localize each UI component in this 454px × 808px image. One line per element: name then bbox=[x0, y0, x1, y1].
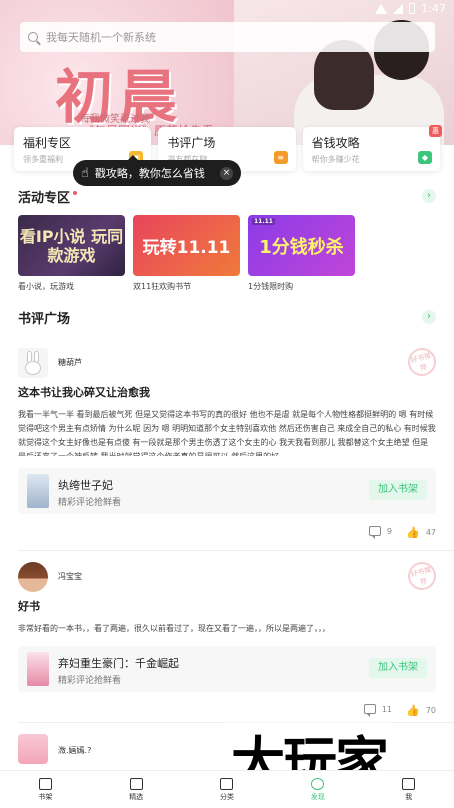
activity-banner-double11[interactable]: 玩转11.11 bbox=[133, 215, 240, 276]
chat-icon: ≡ bbox=[273, 151, 288, 164]
tooltip-text: 戳攻略，教你怎么省钱 bbox=[94, 167, 205, 180]
book-icon bbox=[129, 777, 143, 790]
activity-banner-flash-sale[interactable]: 11.11 1分钱秒杀 bbox=[248, 215, 355, 276]
review-card[interactable]: 糖葫芦 好书推荐 这本书让我心碎又让治愈我 我看一半气一半 看到最后被气死 但是… bbox=[0, 344, 454, 544]
book-card[interactable]: 纨绔世子妃 精彩评论抢鲜看 加入书架 bbox=[18, 468, 436, 514]
recommend-stamp: 好书推荐 bbox=[404, 558, 440, 594]
book-cover bbox=[27, 474, 49, 508]
nav-label: 发现 bbox=[310, 792, 325, 801]
review-username[interactable]: 冯宝宝 bbox=[58, 571, 82, 582]
like-count-value: 47 bbox=[425, 528, 436, 537]
review-username[interactable]: 溦.婳嫣.? bbox=[58, 745, 91, 756]
comment-icon bbox=[368, 526, 381, 539]
search-icon bbox=[28, 32, 38, 42]
thumbs-up-icon: 👍 bbox=[406, 704, 420, 717]
thumbs-up-icon: 👍 bbox=[406, 526, 420, 539]
close-icon[interactable]: × bbox=[220, 166, 233, 180]
comment-icon bbox=[363, 704, 376, 717]
nav-label: 分类 bbox=[219, 792, 234, 801]
book-title: 弃妇重生豪门：千金崛起 bbox=[58, 657, 179, 670]
comment-count[interactable]: 9 bbox=[368, 526, 392, 539]
hand-pointer-icon: ☝ bbox=[81, 165, 89, 181]
book-subtitle: 精彩评论抢鲜看 bbox=[58, 676, 122, 686]
comment-count-value: 11 bbox=[381, 704, 392, 714]
avatar[interactable] bbox=[18, 734, 48, 764]
new-dot bbox=[73, 191, 78, 195]
book-title: 纨绔世子妃 bbox=[58, 479, 113, 492]
activity-item[interactable]: 11.11 1分钱秒杀 1分钱限时购 bbox=[248, 215, 355, 292]
recommend-stamp: 好书推荐 bbox=[404, 344, 440, 380]
book-cover bbox=[27, 652, 49, 686]
avatar[interactable] bbox=[18, 348, 48, 378]
bookshelf-icon bbox=[38, 777, 52, 790]
activity-title-text: 活动专区 bbox=[18, 191, 71, 206]
nav-featured[interactable]: 精选 bbox=[91, 771, 182, 808]
nav-discover[interactable]: 发现 bbox=[272, 771, 363, 808]
book-card[interactable]: 弃妇重生豪门：千金崛起 精彩评论抢鲜看 加入书架 bbox=[18, 646, 436, 692]
review-title: 好书 bbox=[18, 600, 40, 613]
quick-card-title: 书评广场 bbox=[167, 136, 216, 150]
comment-count-value: 9 bbox=[386, 526, 392, 536]
battery-icon bbox=[409, 3, 416, 14]
search-input[interactable] bbox=[46, 30, 406, 44]
activity-caption: 双11狂欢购书节 bbox=[133, 282, 192, 291]
chevron-right-icon[interactable]: › bbox=[422, 310, 436, 324]
wallet-icon: ◆ bbox=[417, 151, 432, 164]
status-bar: 1:47 bbox=[0, 0, 454, 18]
nav-category[interactable]: 分类 bbox=[182, 771, 273, 808]
activity-section-title: 活动专区 bbox=[18, 187, 78, 206]
activity-caption: 1分钱限时购 bbox=[248, 282, 294, 291]
review-body: 我看一半气一半 看到最后被气死 但是又觉得这本书写的真的很好 他也不是虐 就是每… bbox=[18, 410, 436, 456]
activity-tag: 11.11 bbox=[252, 218, 275, 225]
review-title: 这本书让我心碎又让治愈我 bbox=[18, 386, 150, 399]
like-count[interactable]: 👍 70 bbox=[406, 704, 436, 717]
activity-banner-text: 1分钱秒杀 bbox=[259, 236, 344, 258]
review-body: 非常好看的一本书，，看了两遍，很久以前看过了，现在又看了一遍，，所以是两遍了，，… bbox=[18, 624, 330, 633]
activity-list: 看IP小说 玩同款游戏 看小说，玩游戏 玩转11.11 双11狂欢购书节 11.… bbox=[18, 215, 438, 292]
quick-card-title: 福利专区 bbox=[23, 136, 72, 150]
nav-label: 我 bbox=[405, 792, 413, 801]
chevron-right-icon[interactable]: › bbox=[422, 189, 436, 203]
add-to-shelf-button[interactable]: 加入书架 bbox=[369, 480, 427, 500]
nav-me[interactable]: 我 bbox=[363, 771, 454, 808]
divider bbox=[18, 550, 454, 551]
activity-item[interactable]: 玩转11.11 双11狂欢购书节 bbox=[133, 215, 240, 292]
signal-icon bbox=[393, 3, 404, 14]
savings-tip-tooltip[interactable]: ☝ 戳攻略，教你怎么省钱 × bbox=[73, 155, 241, 186]
search-bar[interactable] bbox=[20, 22, 435, 52]
user-icon bbox=[402, 777, 416, 790]
review-card[interactable]: 冯宝宝 好书推荐 好书 非常好看的一本书，，看了两遍，很久以前看过了，现在又看了… bbox=[0, 558, 454, 722]
like-count-value: 70 bbox=[425, 706, 436, 715]
compass-icon bbox=[311, 777, 325, 790]
grid-icon bbox=[220, 777, 234, 790]
book-subtitle: 精彩评论抢鲜看 bbox=[58, 498, 122, 508]
avatar[interactable] bbox=[18, 562, 48, 592]
bottom-nav: 书架 精选 分类 发现 我 bbox=[0, 770, 454, 808]
activity-banner-game[interactable]: 看IP小说 玩同款游戏 bbox=[18, 215, 125, 276]
wifi-icon bbox=[375, 3, 388, 14]
status-time: 1:47 bbox=[421, 2, 446, 15]
quick-card-title: 省钱攻略 bbox=[311, 136, 360, 150]
review-username[interactable]: 糖葫芦 bbox=[58, 357, 82, 368]
nav-label: 精选 bbox=[129, 792, 144, 801]
reviews-section-title: 书评广场 bbox=[18, 312, 71, 327]
deal-badge: 惠 bbox=[428, 125, 442, 137]
activity-item[interactable]: 看IP小说 玩同款游戏 看小说，玩游戏 bbox=[18, 215, 125, 292]
like-count[interactable]: 👍 47 bbox=[406, 526, 436, 539]
nav-bookshelf[interactable]: 书架 bbox=[0, 771, 91, 808]
comment-count[interactable]: 11 bbox=[363, 704, 392, 717]
add-to-shelf-button[interactable]: 加入书架 bbox=[369, 658, 427, 678]
nav-label: 书架 bbox=[38, 792, 53, 801]
quick-card-savings[interactable]: 省钱攻略 帮你多赚少花 ◆ 惠 bbox=[302, 125, 442, 171]
activity-caption: 看小说，玩游戏 bbox=[18, 282, 74, 291]
quick-card-subtitle: 帮你多赚少花 bbox=[311, 155, 360, 164]
